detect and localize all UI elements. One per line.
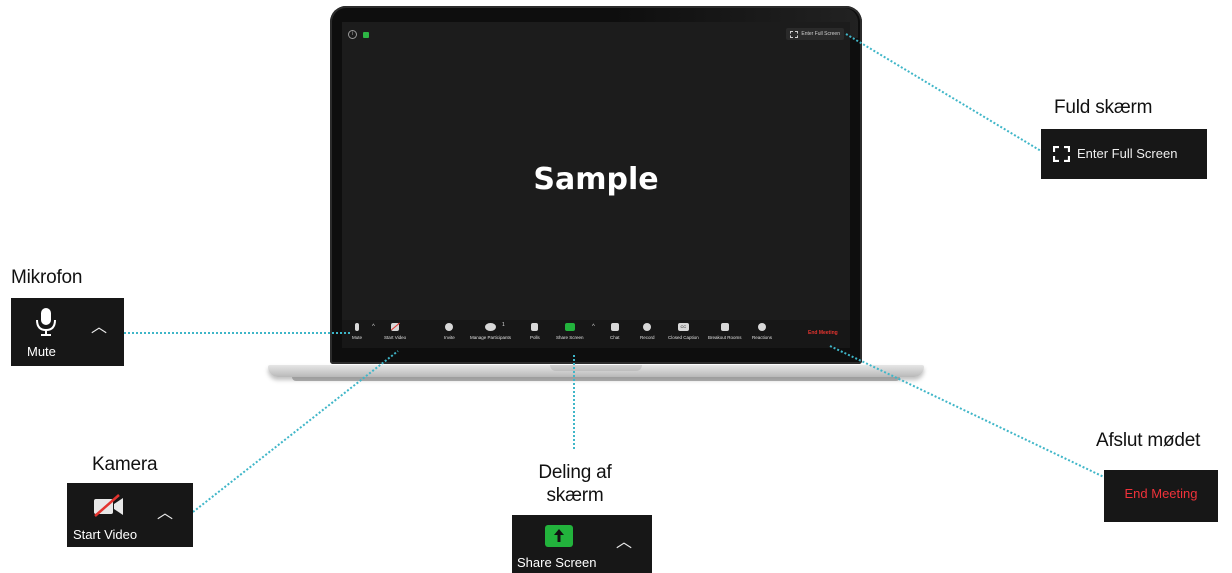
kamera-title: Kamera — [92, 454, 158, 475]
fullscreen-callout-button[interactable]: Enter Full Screen — [1041, 129, 1207, 179]
connector-fuld-skaerm — [845, 33, 1042, 152]
video-off-icon — [94, 494, 123, 517]
fuld-skaerm-title: Fuld skærm — [1054, 97, 1153, 118]
polls-icon — [531, 323, 539, 331]
mute-callout-label: Mute — [27, 344, 56, 359]
toolbar-chat-label: Chat — [610, 335, 620, 340]
fullscreen-icon — [790, 30, 799, 38]
chevron-up-icon[interactable]: ︿ — [616, 528, 632, 552]
toolbar-share-screen-button[interactable]: Share Screen — [556, 323, 584, 340]
add-user-icon — [445, 323, 454, 331]
laptop-notch — [550, 365, 642, 371]
toolbar-chat-button[interactable]: Chat — [610, 323, 620, 340]
share-arrow-icon — [554, 529, 564, 542]
chat-icon — [610, 323, 619, 331]
start-video-callout-button[interactable]: ︿ Start Video — [67, 483, 193, 547]
start-video-callout-label: Start Video — [73, 527, 138, 542]
toolbar-closed-caption-button[interactable]: CC Closed Caption — [668, 323, 699, 340]
toolbar-polls-button[interactable]: Polls — [530, 323, 540, 340]
share-options-caret-icon[interactable]: ^ — [592, 324, 595, 330]
toolbar-mute-label: Mute — [352, 335, 363, 340]
share-screen-green-button[interactable] — [545, 525, 573, 547]
toolbar-reactions-button[interactable]: Reactions — [752, 323, 772, 340]
record-icon — [643, 323, 652, 331]
chevron-up-icon[interactable]: ︿ — [157, 499, 173, 523]
info-icon[interactable]: i — [348, 30, 357, 39]
toolbar-start-video-label: Start Video — [384, 335, 407, 340]
breakout-rooms-icon — [720, 323, 729, 331]
toolbar-share-screen-label: Share Screen — [556, 335, 584, 340]
toolbar-polls-label: Polls — [530, 335, 540, 340]
mikrofon-title: Mikrofon — [11, 267, 83, 288]
toolbar-invite-button[interactable]: Invite — [444, 323, 455, 340]
chevron-up-icon[interactable]: ︿ — [91, 313, 107, 337]
toolbar-record-button[interactable]: Record — [640, 323, 655, 340]
fullscreen-icon — [1053, 146, 1070, 162]
end-meeting-callout-label: End Meeting — [1124, 486, 1198, 501]
deling-title-line2: skærm — [546, 485, 604, 506]
toolbar-participants-label: Manage Participants — [470, 335, 512, 340]
deling-title-line1: Deling af — [538, 462, 612, 483]
sample-text: Sample — [533, 162, 659, 197]
mute-callout-button[interactable]: ︿ Mute — [11, 298, 124, 366]
meeting-screen: i Enter Full Screen Sample Mute ^ Start … — [342, 22, 850, 348]
afslut-title: Afslut mødet — [1096, 430, 1201, 451]
screen-fullscreen-label: Enter Full Screen — [801, 31, 840, 37]
fullscreen-callout-label: Enter Full Screen — [1077, 146, 1178, 161]
screen-header-left: i — [348, 30, 369, 39]
audio-options-caret-icon[interactable]: ^ — [372, 324, 375, 330]
share-screen-callout-label: Share Screen — [517, 555, 597, 570]
toolbar-invite-label: Invite — [444, 335, 455, 340]
toolbar-record-label: Record — [640, 335, 655, 340]
share-arrow-icon — [564, 323, 575, 331]
end-meeting-callout-button[interactable]: End Meeting — [1104, 470, 1218, 522]
closed-caption-icon: CC — [677, 323, 689, 331]
toolbar-mute-button[interactable]: Mute — [352, 323, 362, 340]
lock-icon[interactable] — [363, 31, 369, 38]
meeting-toolbar: Mute ^ Start Video Invite Manage Partici… — [342, 320, 850, 348]
laptop-foot — [292, 377, 900, 381]
microphone-icon — [355, 323, 359, 331]
screen-fullscreen-button[interactable]: Enter Full Screen — [786, 28, 844, 40]
video-off-icon — [391, 323, 400, 331]
toolbar-breakout-rooms-button[interactable]: Breakout Rooms — [708, 323, 742, 340]
toolbar-breakout-rooms-label: Breakout Rooms — [708, 335, 742, 340]
toolbar-end-meeting-button[interactable]: End Meeting — [808, 330, 838, 336]
toolbar-reactions-label: Reactions — [752, 335, 773, 340]
microphone-icon — [36, 308, 56, 336]
participant-count: 1 — [502, 322, 505, 328]
reactions-icon — [758, 323, 766, 331]
participants-icon — [485, 323, 497, 331]
share-screen-callout-button[interactable]: ︿ Share Screen — [512, 515, 652, 573]
toolbar-closed-caption-label: Closed Caption — [668, 335, 699, 340]
toolbar-start-video-button[interactable]: Start Video — [384, 323, 406, 340]
